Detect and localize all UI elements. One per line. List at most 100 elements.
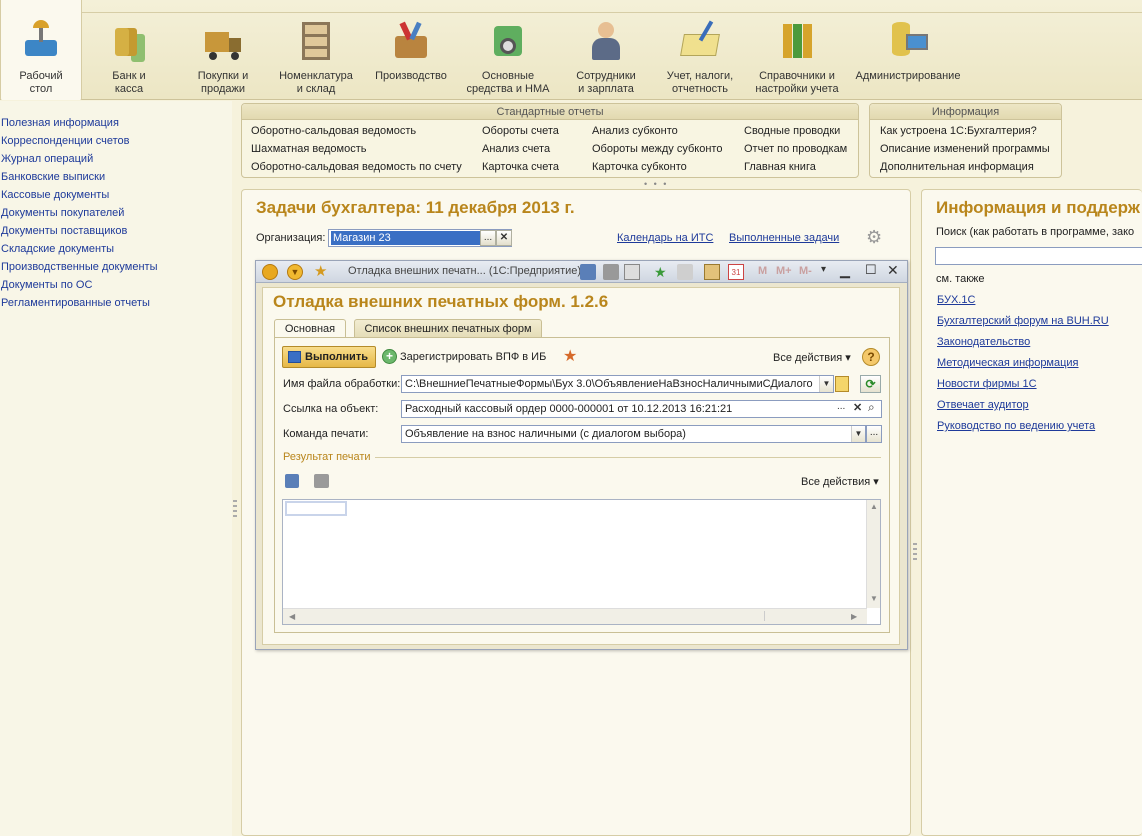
support-link[interactable]: Бухгалтерский форум на BUH.RU xyxy=(937,315,1109,327)
nav-item[interactable]: Журнал операций xyxy=(1,153,93,165)
support-link[interactable]: Законодательство xyxy=(937,336,1030,348)
support-link[interactable]: Новости фирмы 1С xyxy=(937,378,1037,390)
scroll-right-icon[interactable]: ▶ xyxy=(851,612,857,621)
result-save-icon[interactable] xyxy=(285,474,299,488)
history-icon[interactable] xyxy=(677,264,693,280)
nav-item[interactable]: Документы поставщиков xyxy=(1,225,127,237)
window-titlebar[interactable]: ▼ ★ Отладка внешних печатн... (1С:Предпр… xyxy=(256,261,907,283)
memory-plus-button[interactable]: M+ xyxy=(776,265,792,277)
favorites-star-icon[interactable]: ★ xyxy=(314,264,330,280)
horizontal-scrollbar[interactable]: ◀ ▶ xyxy=(283,608,867,624)
search-input[interactable] xyxy=(935,247,1142,265)
execute-button[interactable]: Выполнить xyxy=(282,346,376,368)
preview-icon[interactable] xyxy=(624,264,640,280)
nav-item[interactable]: Полезная информация xyxy=(1,117,119,129)
help-icon[interactable]: ? xyxy=(862,348,880,366)
print-command-field[interactable]: Объявление на взнос наличными (с диалого… xyxy=(401,425,866,443)
report-link[interactable]: Шахматная ведомость xyxy=(251,143,366,155)
support-link[interactable]: Отвечает аудитор xyxy=(937,399,1029,411)
open-folder-icon[interactable] xyxy=(835,376,849,392)
file-dropdown-icon[interactable]: ▼ xyxy=(819,376,833,392)
support-link[interactable]: БУХ.1С xyxy=(937,294,975,306)
select-button[interactable]: ... xyxy=(480,230,496,246)
app-logo-icon[interactable] xyxy=(262,264,278,280)
report-link[interactable]: Главная книга xyxy=(744,161,816,173)
report-link[interactable]: Обороты счета xyxy=(482,125,559,137)
favorites-add-icon[interactable]: ★ xyxy=(563,346,577,366)
scroll-left-icon[interactable]: ◀ xyxy=(289,612,295,621)
memory-m-button[interactable]: M xyxy=(758,265,767,277)
organization-field[interactable]: Магазин 23 ... ✕ xyxy=(328,229,512,247)
section-employees[interactable]: Сотрудники и зарплата xyxy=(568,0,644,100)
report-link[interactable]: Оборотно-сальдовая ведомость xyxy=(251,125,416,137)
nav-item[interactable]: Документы покупателей xyxy=(1,207,124,219)
section-admin[interactable]: Администрирование xyxy=(852,0,964,100)
result-all-actions-menu[interactable]: Все действия ▾ xyxy=(801,475,879,488)
command-select-button[interactable]: ... xyxy=(866,425,882,443)
info-link[interactable]: Описание изменений программы xyxy=(880,143,1050,155)
scroll-down-icon[interactable]: ▼ xyxy=(870,594,878,603)
memory-minus-button[interactable]: M- xyxy=(799,265,812,277)
spreadsheet-document[interactable]: ▲ ▼ ◀ ▶ xyxy=(282,499,881,625)
vertical-scrollbar[interactable]: ▲ ▼ xyxy=(866,500,880,608)
calculator-icon[interactable] xyxy=(704,264,720,280)
gear-icon[interactable]: ⚙ xyxy=(866,227,882,248)
report-link[interactable]: Карточка субконто xyxy=(592,161,687,173)
object-select-button[interactable]: ... xyxy=(837,401,845,412)
report-link[interactable]: Обороты между субконто xyxy=(592,143,722,155)
calendar-icon[interactable]: 31 xyxy=(728,264,744,280)
nav-item[interactable]: Регламентированные отчеты xyxy=(1,297,150,309)
info-link[interactable]: Как устроена 1С:Бухгалтерия? xyxy=(880,125,1037,137)
menu-dropdown-icon[interactable]: ▼ xyxy=(287,264,303,280)
register-button[interactable]: Зарегистрировать ВПФ в ИБ xyxy=(400,351,546,363)
command-dropdown-icon[interactable]: ▼ xyxy=(851,426,865,442)
panel-splitter-dots[interactable]: • • • xyxy=(644,179,668,189)
report-link[interactable]: Оборотно-сальдовая ведомость по счету xyxy=(251,161,462,173)
minimize-icon[interactable]: ▁ xyxy=(840,263,850,279)
support-link[interactable]: Руководство по ведению учета xyxy=(937,420,1095,432)
section-settings[interactable]: Справочники и настройки учета xyxy=(750,0,844,100)
report-link[interactable]: Анализ счета xyxy=(482,143,550,155)
refresh-icon[interactable]: ⟳ xyxy=(860,375,881,393)
section-bank[interactable]: Банк и касса xyxy=(93,0,165,100)
print-icon[interactable] xyxy=(603,264,619,280)
scroll-up-icon[interactable]: ▲ xyxy=(870,502,878,511)
section-taxes[interactable]: Учет, налоги, отчетность xyxy=(660,0,740,100)
tab-external-forms[interactable]: Список внешних печатных форм xyxy=(354,319,542,339)
report-link[interactable]: Сводные проводки xyxy=(744,125,840,137)
nav-item[interactable]: Корреспонденции счетов xyxy=(1,135,130,147)
register-add-icon[interactable]: + xyxy=(382,349,397,364)
save-icon[interactable] xyxy=(580,264,596,280)
close-icon[interactable]: ✕ xyxy=(887,262,899,279)
done-tasks-link[interactable]: Выполненные задачи xyxy=(729,232,839,244)
result-print-icon[interactable] xyxy=(314,474,329,488)
maximize-icon[interactable]: ☐ xyxy=(865,262,877,278)
report-link[interactable]: Отчет по проводкам xyxy=(744,143,847,155)
nav-item[interactable]: Кассовые документы xyxy=(1,189,109,201)
object-clear-icon[interactable]: ✕ xyxy=(853,401,862,414)
section-assets[interactable]: Основные средства и НМА xyxy=(462,0,554,100)
support-link[interactable]: Методическая информация xyxy=(937,357,1079,369)
all-actions-menu[interactable]: Все действия ▾ xyxy=(773,351,851,364)
nav-item[interactable]: Складские документы xyxy=(1,243,114,255)
scroll-thumb[interactable] xyxy=(305,611,765,621)
toolbar-menu-icon[interactable]: ▾ xyxy=(821,264,826,275)
report-link[interactable]: Анализ субконто xyxy=(592,125,678,137)
info-link[interactable]: Дополнительная информация xyxy=(880,161,1034,173)
right-splitter[interactable] xyxy=(913,543,917,563)
nav-item[interactable]: Производственные документы xyxy=(1,261,158,273)
add-favorite-icon[interactable]: ★ xyxy=(654,264,670,280)
section-sales[interactable]: Покупки и продажи xyxy=(186,0,260,100)
section-warehouse[interactable]: Номенклатура и склад xyxy=(276,0,356,100)
selected-cell[interactable] xyxy=(285,501,347,516)
clear-icon[interactable]: ✕ xyxy=(496,230,512,246)
section-desktop[interactable]: Рабочий стол xyxy=(0,0,82,100)
nav-item[interactable]: Документы по ОС xyxy=(1,279,92,291)
report-link[interactable]: Карточка счета xyxy=(482,161,559,173)
object-ref-field[interactable]: Расходный кассовый ордер 0000-000001 от … xyxy=(401,400,882,418)
object-open-icon[interactable]: ⌕ xyxy=(868,400,875,415)
section-production[interactable]: Производство xyxy=(370,0,452,100)
file-name-field[interactable]: C:\ВнешниеПечатныеФормы\Бух 3.0\Объявлен… xyxy=(401,375,834,393)
left-splitter[interactable] xyxy=(233,500,237,520)
its-calendar-link[interactable]: Календарь на ИТС xyxy=(617,232,713,244)
